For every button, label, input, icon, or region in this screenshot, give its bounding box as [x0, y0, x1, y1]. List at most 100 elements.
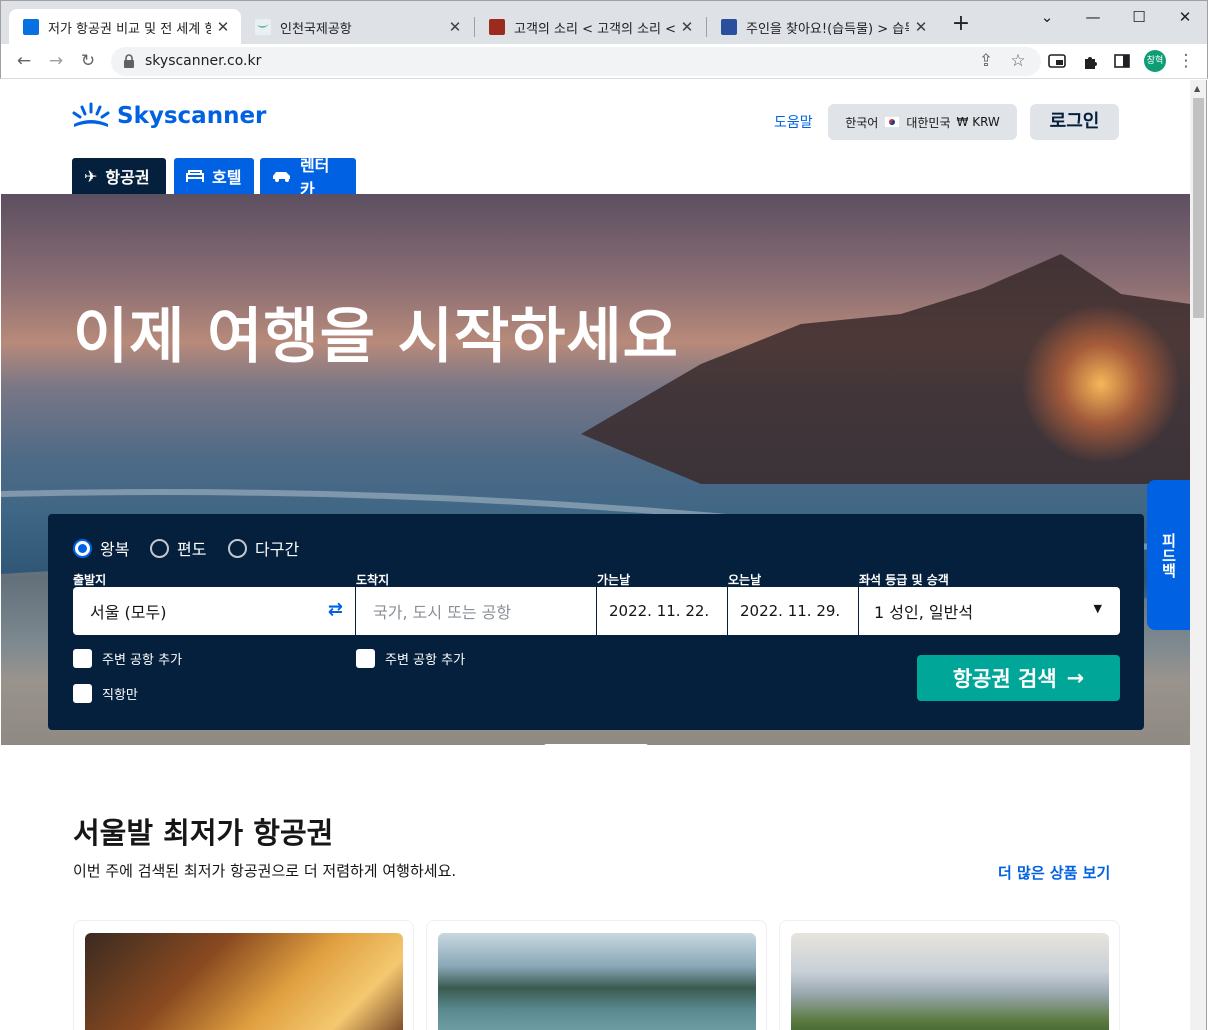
tab-car-hire[interactable]: 렌터카	[260, 156, 356, 199]
scroll-up-icon[interactable]: ▲	[1194, 84, 1200, 93]
to-label: 도착지	[356, 573, 390, 587]
tab-label: 항공권	[105, 168, 150, 187]
currency-label: ₩ KRW	[956, 115, 1000, 129]
new-tab-icon[interactable]: +	[950, 13, 972, 35]
checkbox-label: 주변 공항 추가	[102, 653, 183, 668]
airplane-icon: ✈	[84, 166, 98, 186]
url-text: skyscanner.co.kr	[145, 53, 262, 69]
hero-notch	[544, 744, 648, 767]
incheon-favicon-icon	[255, 19, 271, 35]
nearby-from-checkbox-row[interactable]: 주변 공항 추가	[73, 649, 182, 668]
checkbox-label: 직항만	[102, 688, 138, 703]
nearby-to-checkbox-row[interactable]: 주변 공항 추가	[356, 649, 465, 668]
trip-type-multicity[interactable]: 다구간	[228, 536, 299, 560]
search-button-label: 항공권 검색	[952, 667, 1057, 691]
checkbox-label: 주변 공항 추가	[385, 653, 466, 668]
flight-search-panel: 왕복 편도 다구간 출발지 도착지 가는날 오는날 좌석 등급 및 승객 서울 …	[48, 514, 1144, 730]
trip-type-oneway[interactable]: 편도	[150, 536, 206, 560]
chrome-menu-icon[interactable]: ⋮	[1173, 48, 1199, 74]
return-date-field[interactable]: 2022. 11. 29.	[728, 587, 858, 635]
maximize-icon[interactable]: ☐	[1121, 5, 1157, 29]
tab-title: 주인을 찾아요!(습득물) > 습득	[746, 21, 909, 37]
to-field[interactable]: 국가, 도시 또는 공항	[356, 587, 596, 635]
reload-icon[interactable]: ↻	[75, 48, 101, 74]
browser-tab-lost-found[interactable]: 주인을 찾아요!(습득물) > 습득 ✕	[707, 9, 939, 45]
bookmark-star-icon[interactable]: ☆	[1005, 48, 1031, 74]
tab-search-chevron-icon[interactable]: ⌄	[1029, 5, 1065, 29]
tab-title: 고객의 소리 < 고객의 소리 <	[514, 21, 675, 37]
radio-button[interactable]	[228, 538, 247, 558]
direct-only-checkbox-row[interactable]: 직항만	[73, 684, 138, 703]
depart-date-field[interactable]: 2022. 11. 22.	[597, 587, 727, 635]
radio-label: 편도	[177, 540, 207, 559]
browser-tab-voc[interactable]: 고객의 소리 < 고객의 소리 < ✕	[475, 9, 705, 45]
browser-toolbar: ← → ↻ skyscanner.co.kr ⇪ ☆ 창혁 ⋮	[0, 44, 1208, 79]
profile-avatar[interactable]: 창혁	[1144, 50, 1166, 72]
browser-tab-incheon[interactable]: 인천국제공항 ✕	[241, 9, 473, 45]
lock-icon	[124, 54, 134, 68]
checkbox[interactable]	[73, 684, 92, 703]
korea-flag-icon	[884, 116, 901, 128]
tab-flights[interactable]: ✈ 항공권	[72, 158, 166, 194]
language-label: 한국어	[845, 115, 879, 130]
logo-text: Skyscanner	[117, 103, 267, 129]
bed-icon	[186, 170, 204, 182]
sunrise-logo-icon	[72, 102, 110, 127]
forward-icon[interactable]: →	[43, 48, 69, 74]
tab-label: 호텔	[212, 168, 242, 187]
radio-button[interactable]	[73, 538, 92, 558]
skyscanner-logo[interactable]: Skyscanner	[71, 102, 266, 130]
depart-label: 가는날	[597, 573, 631, 587]
page-viewport: Skyscanner 도움말 한국어 대한민국 ₩ KRW 로그인 ✈ 항공권 …	[1, 80, 1190, 1030]
page-scrollbar[interactable]: ▲	[1190, 80, 1207, 1030]
tab-title: 저가 항공권 비교 및 전 세계 항	[48, 21, 211, 37]
help-link[interactable]: 도움말	[774, 112, 813, 132]
close-tab-icon[interactable]: ✕	[447, 18, 463, 36]
back-icon[interactable]: ←	[11, 48, 37, 74]
car-icon	[273, 172, 290, 182]
deal-card[interactable]	[426, 920, 767, 1030]
deal-card[interactable]	[779, 920, 1120, 1030]
scrollbar-thumb[interactable]	[1193, 98, 1204, 318]
browser-tab-skyscanner[interactable]: 저가 항공권 비교 및 전 세계 항 ✕	[9, 9, 241, 45]
swap-icon[interactable]: ⇄	[328, 599, 343, 620]
side-panel-icon[interactable]	[1109, 48, 1135, 74]
tab-hotels[interactable]: 호텔	[174, 158, 254, 194]
browser-tab-strip: 저가 항공권 비교 및 전 세계 항 ✕ 인천국제공항 ✕ 고객의 소리 < 고…	[0, 0, 1208, 45]
osaka-street-image	[85, 933, 403, 1030]
minimize-icon[interactable]: —	[1075, 5, 1111, 29]
radio-button[interactable]	[150, 538, 169, 558]
from-label: 출발지	[73, 573, 107, 587]
close-tab-icon[interactable]: ✕	[913, 18, 929, 36]
taipei-skyline-image	[791, 933, 1109, 1030]
address-bar[interactable]: skyscanner.co.kr ⇪ ☆	[111, 47, 1041, 76]
sun-glare	[1021, 304, 1181, 464]
checkbox[interactable]	[73, 649, 92, 668]
halong-bay-image	[438, 933, 756, 1030]
search-flights-button[interactable]: 항공권 검색 →	[917, 655, 1120, 701]
checkbox[interactable]	[356, 649, 375, 668]
login-button[interactable]: 로그인	[1030, 104, 1119, 140]
cabin-passenger-field[interactable]: 1 성인, 일반석 ▼	[859, 587, 1120, 635]
close-tab-icon[interactable]: ✕	[679, 18, 695, 36]
more-deals-link[interactable]: 더 많은 상품 보기	[998, 862, 1110, 883]
trip-type-round[interactable]: 왕복	[73, 536, 129, 560]
hero-headline: 이제 여행을 시작하세요	[73, 302, 679, 372]
from-field[interactable]: 서울 (모두) ⇄	[73, 587, 355, 635]
extensions-icon[interactable]	[1077, 48, 1103, 74]
close-tab-icon[interactable]: ✕	[215, 18, 231, 36]
close-window-icon[interactable]: ✕	[1167, 5, 1203, 29]
share-icon[interactable]: ⇪	[973, 48, 999, 74]
cabin-value: 1 성인, 일반석	[874, 603, 974, 622]
locale-button[interactable]: 한국어 대한민국 ₩ KRW	[828, 104, 1017, 140]
hero-banner: 이제 여행을 시작하세요 왕복 편도 다구간 출발지 도착지 가는날 오는날 좌…	[1, 194, 1190, 745]
tab-label: 렌터카	[299, 156, 330, 199]
picture-in-picture-icon[interactable]	[1044, 48, 1070, 74]
region-label: 대한민국	[906, 115, 951, 130]
return-label: 오는날	[728, 573, 762, 587]
cabin-label: 좌석 등급 및 승객	[859, 573, 949, 587]
skyscanner-favicon-icon	[23, 19, 39, 35]
section-title: 서울발 최저가 항공권	[73, 816, 334, 850]
feedback-tab[interactable]: 피드백	[1147, 480, 1190, 630]
deal-card[interactable]	[73, 920, 414, 1030]
